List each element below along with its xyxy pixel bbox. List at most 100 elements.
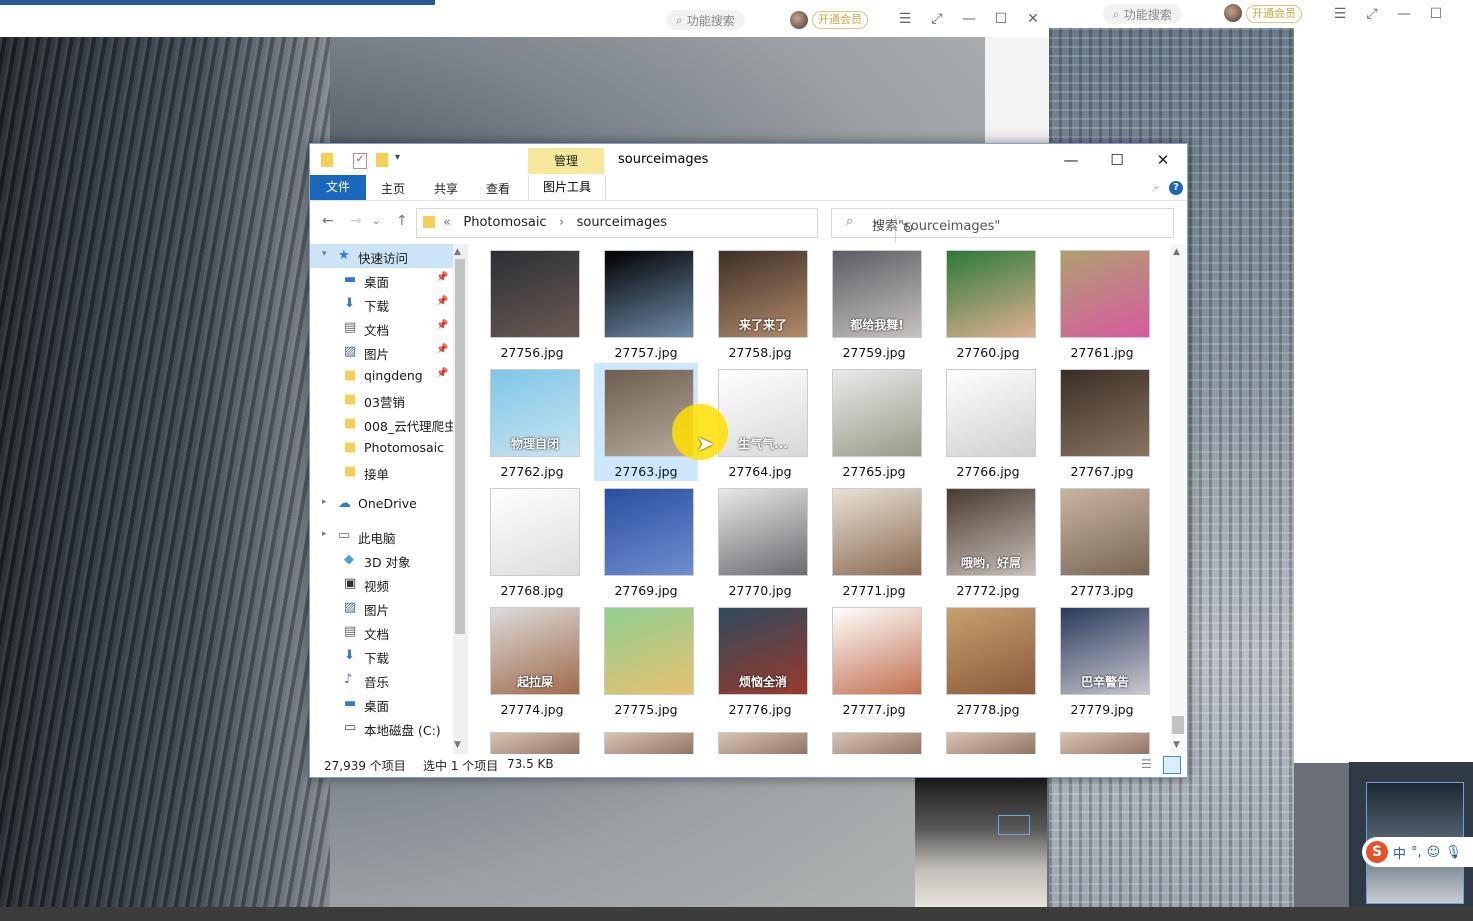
file-thumbnail[interactable] xyxy=(832,732,922,754)
sidebar-item[interactable]: ▭ 本地磁盘 (C:) xyxy=(310,716,460,740)
file-tile[interactable]: 烦恼全消 27776.jpg xyxy=(708,601,812,719)
properties-icon[interactable]: ✓ xyxy=(353,153,367,169)
file-tile[interactable]: 27769.jpg xyxy=(594,482,698,600)
grid-scroll-thumb[interactable] xyxy=(1172,716,1184,734)
sidebar-item[interactable]: ▤ 文档 📌 xyxy=(310,316,460,340)
sidebar-item[interactable]: ■ qingdeng 📌 xyxy=(310,364,460,388)
breadcrumb-sourceimages[interactable]: sourceimages xyxy=(577,215,667,230)
file-tile[interactable]: 27761.jpg xyxy=(1050,244,1154,362)
sidebar-item[interactable]: ▸ ☁ OneDrive xyxy=(310,492,460,516)
address-bar[interactable]: « Photomosaic › sourceimages ⌄ ↻ xyxy=(416,208,914,243)
forward-icon[interactable]: → xyxy=(350,213,362,229)
file-tile[interactable]: 27766.jpg xyxy=(936,363,1040,481)
scroll-up-icon[interactable]: ▲ xyxy=(1173,247,1180,257)
sidebar-item[interactable]: ⬇ 下载 xyxy=(310,644,460,668)
file-tile[interactable]: 27770.jpg xyxy=(708,482,812,600)
file-tile[interactable]: 起拉屎 27774.jpg xyxy=(480,601,584,719)
scroll-up-icon[interactable]: ▲ xyxy=(454,247,461,257)
breadcrumb-overflow[interactable]: « xyxy=(443,215,451,230)
back-icon[interactable]: ← xyxy=(322,213,334,229)
vip-button[interactable]: 开通会员 xyxy=(812,11,868,29)
sidebar-item[interactable]: ▨ 图片 xyxy=(310,596,460,620)
maximize-icon[interactable]: ☐ xyxy=(1094,148,1140,172)
expand-ribbon-icon[interactable]: ⌄ xyxy=(1152,179,1161,192)
sidebar-item[interactable]: ▸ ▭ 此电脑 xyxy=(310,524,460,548)
mic-icon[interactable]: 🎙 xyxy=(1445,845,1462,860)
tab-view[interactable]: 查看 xyxy=(486,180,510,197)
sidebar-item[interactable]: ♪ 音乐 xyxy=(310,668,460,692)
menu-icon[interactable]: ☰ xyxy=(889,11,921,27)
sidebar-item[interactable]: ▣ 视频 xyxy=(310,572,460,596)
close-icon[interactable]: ✕ xyxy=(1017,11,1049,27)
maximize-icon[interactable]: ☐ xyxy=(1420,6,1452,22)
minimize-icon[interactable]: — xyxy=(953,11,985,27)
close-icon[interactable]: ✕ xyxy=(1140,148,1186,172)
file-tile[interactable]: 巴辛警告 27779.jpg xyxy=(1050,601,1154,719)
menu-icon[interactable]: ☰ xyxy=(1324,6,1356,22)
file-tile[interactable]: 27775.jpg xyxy=(594,601,698,719)
feature-search[interactable]: ⌕ 功能搜索 xyxy=(666,10,745,30)
file-thumbnail[interactable] xyxy=(1060,732,1150,754)
avatar[interactable] xyxy=(790,11,808,29)
file-tile[interactable]: 27773.jpg xyxy=(1050,482,1154,600)
minimize-icon[interactable]: — xyxy=(1048,148,1094,172)
sidebar-item[interactable]: ▬ 桌面 📌 xyxy=(310,268,460,292)
chevron-right-icon[interactable]: › xyxy=(559,215,564,230)
file-tile[interactable]: 物理自闭 27762.jpg xyxy=(480,363,584,481)
file-tile[interactable]: 27767.jpg xyxy=(1050,363,1154,481)
emoji-icon[interactable]: ☺ xyxy=(1427,845,1441,860)
new-folder-icon[interactable] xyxy=(376,153,388,167)
file-thumbnail[interactable] xyxy=(946,732,1036,754)
quick-access-dropdown-icon[interactable]: ▾ xyxy=(395,152,400,163)
sidebar-scroll-thumb[interactable] xyxy=(455,259,465,634)
help-icon[interactable]: ? xyxy=(1169,181,1183,195)
file-tile[interactable]: 27768.jpg xyxy=(480,482,584,600)
fullscreen-icon[interactable]: ⤢ xyxy=(1356,6,1388,22)
fullscreen-icon[interactable]: ⤢ xyxy=(921,11,953,27)
expand-icon[interactable]: ▾ xyxy=(322,249,327,259)
file-tile[interactable]: 27756.jpg xyxy=(480,244,584,362)
up-icon[interactable]: ↑ xyxy=(396,213,408,229)
maximize-icon[interactable]: ☐ xyxy=(985,11,1017,27)
sidebar-item[interactable]: ▾ ★ 快速访问 xyxy=(310,244,460,268)
large-icons-view-icon[interactable] xyxy=(1163,756,1181,774)
sidebar-item[interactable]: ■ 03营销 xyxy=(310,388,460,412)
preview-viewport-box[interactable] xyxy=(998,815,1030,835)
tab-file[interactable]: 文件 xyxy=(310,175,366,200)
sidebar-item[interactable]: ⬇ 下载 📌 xyxy=(310,292,460,316)
file-tile[interactable]: 27760.jpg xyxy=(936,244,1040,362)
file-tile[interactable]: 27771.jpg xyxy=(822,482,926,600)
feature-search-2[interactable]: ⌕ 功能搜索 xyxy=(1103,4,1182,24)
file-tile[interactable]: 哦哟，好屌 27772.jpg xyxy=(936,482,1040,600)
sidebar-item[interactable]: ▬ 桌面 xyxy=(310,692,460,716)
scroll-down-icon[interactable]: ▼ xyxy=(454,740,461,750)
file-tile[interactable]: 27765.jpg xyxy=(822,363,926,481)
file-thumbnail[interactable] xyxy=(718,732,808,754)
tab-picture-tools[interactable]: 图片工具 xyxy=(528,175,606,200)
file-tile[interactable]: 27757.jpg xyxy=(594,244,698,362)
tab-home[interactable]: 主页 xyxy=(381,180,405,197)
sidebar-item[interactable]: ▨ 图片 📌 xyxy=(310,340,460,364)
punctuation-icon[interactable]: °, xyxy=(1411,845,1422,860)
expand-icon[interactable]: ▸ xyxy=(322,529,327,539)
file-thumbnail[interactable] xyxy=(604,732,694,754)
sidebar-item[interactable]: ■ 008_云代理爬虫 xyxy=(310,412,460,436)
file-thumbnail[interactable] xyxy=(490,732,580,754)
file-tile[interactable]: 来了来了 27758.jpg xyxy=(708,244,812,362)
breadcrumb-photomosaic[interactable]: Photomosaic xyxy=(463,215,546,230)
sidebar-item[interactable]: ▤ 文档 xyxy=(310,620,460,644)
file-tile[interactable]: 27777.jpg xyxy=(822,601,926,719)
avatar[interactable] xyxy=(1224,4,1242,22)
tab-share[interactable]: 共享 xyxy=(434,180,458,197)
grid-scrollbar[interactable] xyxy=(1170,244,1186,754)
sidebar-item[interactable]: ◆ 3D 对象 xyxy=(310,548,460,572)
ime-mode[interactable]: 中 xyxy=(1393,843,1406,862)
vip-button[interactable]: 开通会员 xyxy=(1246,5,1302,23)
details-view-icon[interactable]: ☰ xyxy=(1141,757,1155,771)
ime-toolbar[interactable]: S 中 °, ☺ 🎙 xyxy=(1362,837,1473,867)
sidebar-item[interactable]: ■ Photomosaic xyxy=(310,436,460,460)
search-box[interactable]: ⌕ 搜索"sourceimages" xyxy=(831,208,1174,238)
sidebar-item[interactable]: ■ 接单 xyxy=(310,460,460,484)
minimize-icon[interactable]: — xyxy=(1388,6,1420,22)
recent-dropdown-icon[interactable]: ⌄ xyxy=(372,216,380,227)
